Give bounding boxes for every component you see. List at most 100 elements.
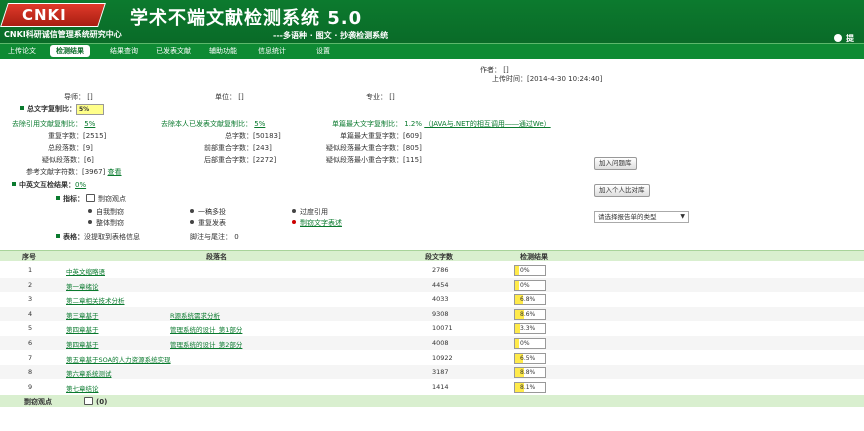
excl-self-row: 去除本人已发表文献复制比： 5%: [161, 119, 265, 129]
result-bar[interactable]: 0%: [514, 279, 546, 291]
result-bar-fill: [515, 280, 519, 290]
result-bar[interactable]: 0%: [514, 265, 546, 276]
total-paras-row: 总段落数：[9]: [48, 143, 93, 153]
footnote-label: 脚注与尾注：: [190, 233, 232, 241]
row-no: 7: [28, 353, 33, 362]
footnote-value: 0: [234, 233, 239, 241]
back-dup-label: 后部重合字数：: [204, 156, 253, 164]
susp-min-label: 疑似段落最小重合字数：: [326, 156, 403, 164]
report-type-select[interactable]: 请选择报告单的类型 ▼: [594, 211, 689, 223]
result-bar[interactable]: 6.8%: [514, 294, 546, 306]
add-question-button[interactable]: 加入问题库: [594, 157, 637, 170]
ref-chars-row: 参考文献字符数：[3967] 查看: [26, 167, 122, 177]
row-name[interactable]: 第六章系统测试: [66, 368, 112, 378]
dot-icon: [88, 220, 92, 224]
chevron-down-icon: ▼: [680, 213, 685, 220]
ind-multi: 一稿多投: [190, 207, 226, 217]
excl-self-value[interactable]: 5%: [254, 120, 265, 128]
ref-chars-value: [3967]: [82, 168, 106, 176]
footer-label: 剽窃观点: [24, 398, 52, 406]
comment-icon: [84, 397, 93, 405]
upload-time-row: 上传时间：[2014-4-30 10:24:40]: [492, 74, 602, 84]
row-chars: 4454: [432, 280, 449, 289]
excl-ref-value[interactable]: 5%: [84, 120, 95, 128]
ind-whole-label: 整体剽窃: [96, 219, 124, 227]
result-bar[interactable]: 6.5%: [514, 352, 546, 364]
row-name[interactable]: 第三章基于: [66, 310, 99, 320]
logo-text: CNKI: [22, 6, 67, 24]
result-bar[interactable]: 0%: [514, 338, 546, 349]
row-no: 8: [28, 368, 33, 377]
bullet-icon: [20, 106, 24, 110]
plag-view-row: 剽窃观点: [86, 194, 126, 204]
cross-lang-value[interactable]: 0%: [75, 181, 86, 189]
nav-upload[interactable]: 上传论文: [8, 46, 36, 56]
table-row: 6 第四章基于 管理系统的设计_第2部分 4008 0%: [0, 336, 864, 350]
ind-textplag-label[interactable]: 剽窃文字表述: [300, 219, 342, 227]
row-result: 0%: [520, 340, 530, 347]
footnote-row: 脚注与尾注： 0: [190, 232, 239, 242]
cross-lang-row: 中英文互检结果：0%: [12, 180, 86, 190]
susp-max-value: [805]: [403, 144, 422, 152]
ind-whole: 整体剽窃: [88, 218, 124, 228]
row-chars: 3187: [432, 368, 449, 377]
susp-paras-label: 疑似段落数：: [42, 156, 84, 164]
row-result: 0%: [520, 281, 530, 289]
row-chars: 10922: [432, 353, 453, 362]
nav-published[interactable]: 已发表文献: [156, 46, 191, 56]
result-bar[interactable]: 8.6%: [514, 308, 546, 320]
add-personal-button[interactable]: 加入个人比对库: [594, 184, 650, 197]
result-bar[interactable]: 8.8%: [514, 367, 546, 379]
total-chars-row: 总字数：[50183]: [225, 131, 281, 141]
row-name[interactable]: 第一章绪论: [66, 281, 99, 291]
result-bar-fill: [515, 339, 519, 348]
major-value: []: [389, 93, 395, 101]
total-chars-label: 总字数：: [225, 132, 253, 140]
single-max-label: 单篇最大文字复制比：: [332, 120, 402, 128]
back-dup-row: 后部重合字数：[2272]: [204, 155, 276, 165]
row-chars: 9308: [432, 309, 449, 318]
row-name2[interactable]: 管理系统的设计_第2部分: [170, 339, 242, 349]
dot-icon: [292, 209, 296, 213]
th-no: 序号: [22, 253, 36, 261]
row-name2[interactable]: 管理系统的设计_第1部分: [170, 324, 242, 334]
table-row: 4 第三章基于 R源系统需求分析 9308 8.6%: [0, 306, 864, 321]
susp-min-row: 疑似段落最小重合字数：[115]: [326, 155, 422, 165]
help-label: 提: [846, 34, 854, 43]
susp-paras-value: [6]: [84, 156, 94, 164]
nav-aux[interactable]: 辅助功能: [209, 46, 237, 56]
row-chars: 1414: [432, 382, 449, 391]
th-name: 段落名: [206, 253, 227, 261]
row-name[interactable]: 第五章基于SOA的人力资源系统实现: [66, 354, 171, 364]
result-bar[interactable]: 8.1%: [514, 381, 546, 393]
single-max-dup-label: 单篇最大重复字数：: [340, 132, 403, 140]
single-max-link[interactable]: （JAVA与.NET的相互调用――通过We）: [424, 120, 550, 128]
row-name[interactable]: 中英文缩略语: [66, 266, 105, 276]
upload-value: [2014-4-30 10:24:40]: [527, 75, 603, 83]
row-name[interactable]: 第二章相关技术分析: [66, 295, 125, 305]
row-name[interactable]: 第四章基于: [66, 339, 99, 349]
table-row: 8 第六章系统测试 3187 8.8%: [0, 365, 864, 380]
tutor-value: []: [87, 93, 93, 101]
row-name2[interactable]: R源系统需求分析: [170, 310, 220, 320]
table-info-row: 表格：没提取到表格信息: [56, 232, 140, 242]
bullet-icon: [56, 234, 60, 238]
view-refs-link[interactable]: 查看: [108, 168, 122, 176]
back-dup-value: [2272]: [253, 156, 277, 164]
row-name[interactable]: 第四章基于: [66, 324, 99, 334]
nav-results[interactable]: 检测结果: [50, 45, 90, 57]
plag-view-label: 剽窃观点: [98, 195, 126, 203]
ind-self: 自我剽窃: [88, 207, 124, 217]
table-body: 1 中英文缩略语 2786 0% 2 第一章绪论 4454 0% 3 第二章相关技术分析 4033 6…: [0, 263, 864, 395]
row-name[interactable]: 第七章结论: [66, 383, 99, 393]
single-max-dup-row: 单篇最大重复字数：[609]: [340, 131, 422, 141]
result-bar[interactable]: 3.3%: [514, 323, 546, 335]
nav-query[interactable]: 结果查询: [110, 46, 138, 56]
indicator-label-row: 指标：: [56, 194, 84, 204]
nav-settings[interactable]: 设置: [316, 46, 330, 56]
ind-textplag[interactable]: 剽窃文字表述: [292, 218, 342, 228]
header-bar: CNKI CNKI科研诚信管理系统研究中心 学术不端文献检测系统 5.0 ---…: [0, 0, 864, 43]
nav-stats[interactable]: 信息统计: [258, 46, 286, 56]
ind-repeat: 重复发表: [190, 218, 226, 228]
major-row: 专业： []: [366, 92, 395, 102]
